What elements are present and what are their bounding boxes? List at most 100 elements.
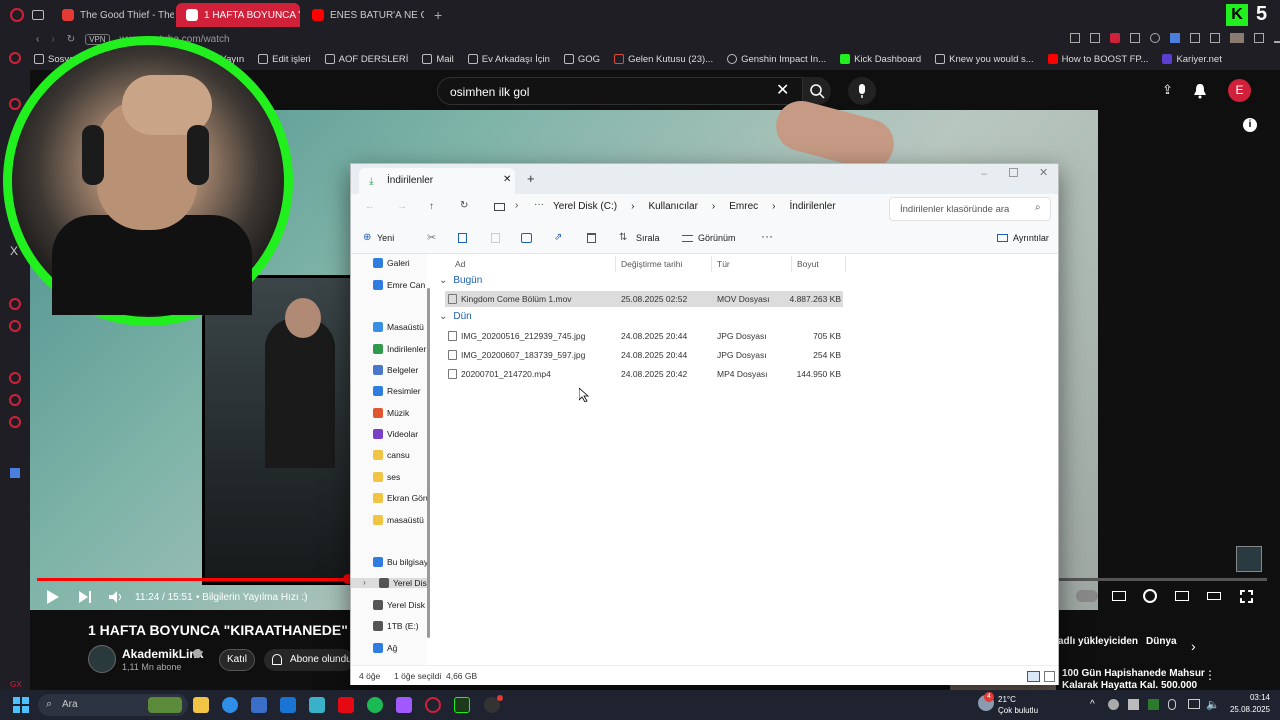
- details-view-icon[interactable]: [1027, 671, 1040, 682]
- file-row[interactable]: IMG_20200516_212939_745.jpg 24.08.2025 20…: [445, 328, 843, 344]
- bookmark-item[interactable]: Mail: [422, 54, 454, 65]
- cut-icon[interactable]: ✂: [427, 231, 436, 244]
- settings-gear-icon[interactable]: [1143, 589, 1157, 603]
- breadcrumb-item[interactable]: Yerel Disk (C:): [553, 201, 617, 212]
- column-divider[interactable]: [711, 256, 712, 272]
- bookmark-item[interactable]: Genshin Impact In...: [727, 54, 826, 65]
- new-button[interactable]: Yeni: [377, 233, 394, 243]
- nav-item[interactable]: Müzik: [373, 408, 427, 418]
- netflix-taskbar-icon[interactable]: [338, 697, 354, 713]
- fullscreen-icon[interactable]: [1240, 590, 1253, 603]
- explorer-search-input[interactable]: İndirilenler klasöründe ara: [889, 197, 1051, 221]
- kick-taskbar-icon[interactable]: [454, 697, 470, 713]
- settings-icon[interactable]: [9, 416, 21, 428]
- shield-icon[interactable]: [1210, 33, 1220, 43]
- steam-tray-icon[interactable]: [1128, 699, 1139, 710]
- sidebar-app-icon[interactable]: [9, 98, 21, 110]
- back-icon[interactable]: ‹: [36, 34, 39, 45]
- miniplayer-icon[interactable]: [1175, 591, 1189, 601]
- clear-search-icon[interactable]: ✕: [776, 80, 789, 100]
- refresh-icon[interactable]: ↻: [460, 200, 468, 211]
- breadcrumb-item[interactable]: İndirilenler: [790, 201, 836, 212]
- show-hidden-icons[interactable]: ^: [1090, 699, 1095, 710]
- figma-taskbar-icon[interactable]: [396, 697, 412, 713]
- join-button[interactable]: Katıl: [219, 649, 255, 671]
- copy-icon[interactable]: [458, 233, 467, 243]
- nav-item[interactable]: Galeri: [373, 258, 427, 268]
- microphone-tray-icon[interactable]: [1168, 699, 1176, 710]
- tray-app-icon[interactable]: [1148, 699, 1159, 710]
- column-header-modified[interactable]: Değiştirme tarihi: [621, 259, 682, 269]
- sort-button[interactable]: Sırala: [636, 233, 660, 243]
- column-header-name[interactable]: Ad: [455, 259, 465, 269]
- puzzle-icon[interactable]: [1190, 33, 1200, 43]
- chevron-right-icon[interactable]: ›: [1191, 638, 1196, 654]
- tab-kiraathane[interactable]: 1 HAFTA BOYUNCA "KIRA: [176, 3, 300, 27]
- expand-chevron-icon[interactable]: ›: [363, 578, 366, 587]
- voice-search-button[interactable]: [848, 77, 876, 105]
- sidebar-app-icon[interactable]: [9, 394, 21, 406]
- bookmark-item[interactable]: Kariyer.net: [1162, 54, 1222, 65]
- nav-item[interactable]: cansu: [373, 450, 427, 460]
- new-tab-icon[interactable]: +: [527, 171, 535, 186]
- channel-name[interactable]: AkademikLink: [122, 647, 203, 661]
- nav-item[interactable]: masaüstü: [373, 515, 427, 525]
- breadcrumb-item[interactable]: Emrec: [729, 201, 758, 212]
- bookmark-item[interactable]: AOF DERSLERİ: [324, 54, 408, 65]
- profile-image[interactable]: [1230, 33, 1244, 43]
- theater-mode-icon[interactable]: [1207, 592, 1221, 600]
- sidebar-app-icon[interactable]: [9, 52, 21, 64]
- nav-item[interactable]: Masaüstü: [373, 322, 427, 332]
- weather-widget[interactable]: 21°C Çok bulutlu: [998, 694, 1038, 716]
- bookmark-item[interactable]: Ev Arkadaşı İçin: [467, 54, 550, 65]
- nav-item[interactable]: ›Ağ: [373, 643, 427, 653]
- filter-chip[interactable]: Dünya: [1146, 636, 1177, 647]
- file-group-header[interactable]: ⌄ Dün: [439, 311, 472, 322]
- opera-gx-taskbar-icon[interactable]: [425, 697, 441, 713]
- column-divider[interactable]: [615, 256, 616, 272]
- bookmark-item[interactable]: GOG: [563, 54, 600, 65]
- sidebar-app-icon[interactable]: [10, 468, 20, 478]
- file-row[interactable]: 20200701_214720.mp4 24.08.2025 20:42 MP4 D…: [445, 366, 843, 382]
- nav-item[interactable]: Belgeler: [373, 365, 427, 375]
- bookmark-item[interactable]: Edit işleri: [258, 54, 311, 65]
- taskbar-clock[interactable]: 03:14 25.08.2025: [1222, 692, 1270, 716]
- nav-item[interactable]: ses: [373, 472, 427, 482]
- paste-icon[interactable]: [491, 233, 500, 243]
- file-row[interactable]: Kingdom Come Bölüm 1.mov 25.08.2025 02:52…: [445, 291, 843, 307]
- bookmark-item[interactable]: Gelen Kutusu (23)...: [614, 54, 713, 65]
- download-icon[interactable]: [1254, 33, 1264, 43]
- channel-watermark[interactable]: [1236, 546, 1262, 572]
- recommended-title[interactable]: 100 Gün Hapishanede Mahsur Kalarak Hayat…: [1062, 668, 1212, 692]
- nav-item[interactable]: ›1TB (E:): [373, 621, 427, 631]
- breadcrumb-item[interactable]: Kullanıcılar: [648, 201, 697, 212]
- app-taskbar-icon[interactable]: [309, 697, 325, 713]
- minimize-icon[interactable]: –: [981, 168, 987, 180]
- volume-tray-icon[interactable]: 🔈: [1206, 698, 1220, 711]
- info-icon[interactable]: i: [1243, 118, 1257, 132]
- tray-app-icon[interactable]: [1108, 699, 1119, 710]
- x-twitter-icon[interactable]: X: [10, 244, 18, 258]
- volume-icon[interactable]: [108, 590, 124, 604]
- channel-avatar[interactable]: [88, 645, 116, 673]
- new-tab-plus-icon[interactable]: +: [434, 7, 442, 23]
- reload-icon[interactable]: ↻: [67, 34, 75, 45]
- column-header-size[interactable]: Boyut: [797, 259, 819, 269]
- file-row[interactable]: IMG_20200607_183739_597.jpg 24.08.2025 20…: [445, 347, 843, 363]
- tab-enes-batur[interactable]: ENES BATUR'A NE OLDU: [302, 3, 424, 27]
- player-icon[interactable]: [9, 298, 21, 310]
- details-button[interactable]: Ayrıntılar: [1013, 233, 1049, 243]
- workspaces-icon[interactable]: [32, 10, 44, 20]
- share-icon[interactable]: ⇗: [554, 232, 562, 243]
- more-options-icon[interactable]: ···: [761, 229, 773, 243]
- youtube-search-input[interactable]: osimhen ilk gol: [437, 77, 803, 105]
- opera-logo-icon[interactable]: [10, 8, 24, 22]
- nav-pane-scrollbar[interactable]: [427, 288, 430, 638]
- network-icon[interactable]: [1188, 699, 1200, 709]
- next-video-icon[interactable]: [78, 590, 92, 604]
- forward-icon[interactable]: ›: [51, 34, 54, 45]
- tab-good-thief[interactable]: The Good Thief - The Offi: [52, 3, 174, 27]
- store-taskbar-icon[interactable]: [251, 697, 267, 713]
- history-icon[interactable]: [9, 372, 21, 384]
- upload-icon[interactable]: ⇪: [1162, 82, 1173, 98]
